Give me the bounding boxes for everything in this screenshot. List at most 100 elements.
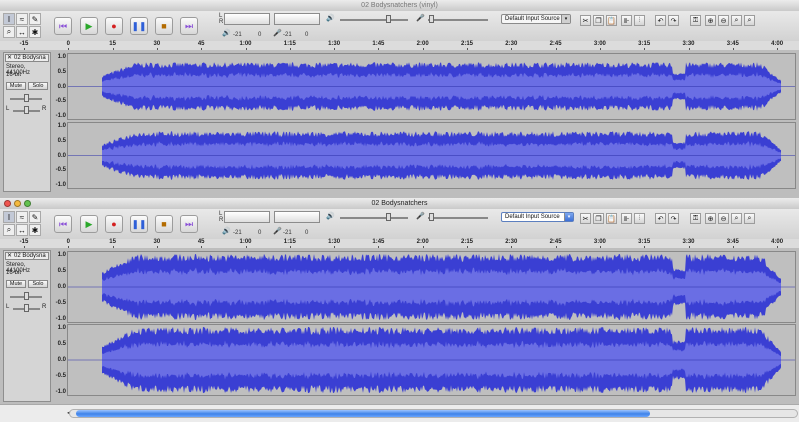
track-name: 02 Bodysna [14, 55, 46, 61]
zoom-out-button[interactable]: ⊖ [718, 213, 729, 224]
output-volume-thumb[interactable] [386, 213, 391, 221]
right-channel-waveform[interactable] [67, 122, 796, 189]
zoom-window-button[interactable] [24, 200, 31, 207]
cut-button[interactable]: ✂ [580, 15, 591, 26]
undo-button[interactable]: ↶ [655, 15, 666, 26]
sync-lock-button[interactable]: ⚿ [690, 213, 701, 224]
play-button[interactable]: ▶ [80, 215, 98, 233]
selection-tool-icon[interactable]: I [3, 13, 15, 25]
left-channel-waveform[interactable] [67, 53, 796, 120]
right-channel-waveform[interactable] [67, 324, 796, 396]
silence-button[interactable]: ⫶ [634, 213, 645, 224]
pan-thumb[interactable] [24, 106, 29, 114]
mute-button[interactable]: Mute [6, 82, 26, 90]
draw-tool-icon[interactable]: ✎ [29, 211, 41, 223]
scroll-track[interactable] [69, 409, 798, 418]
skip-end-button[interactable]: ⏭ [180, 215, 198, 233]
output-volume-thumb[interactable] [386, 15, 391, 23]
playback-meter[interactable] [224, 13, 270, 25]
input-source-select[interactable]: Default Input Source ▾ [501, 212, 574, 222]
horizontal-scrollbar[interactable]: ◂ [0, 404, 799, 422]
track-name-dropdown[interactable]: ✕ 02 Bodysna [5, 252, 49, 260]
close-icon[interactable]: ✕ [7, 253, 12, 259]
track-name-dropdown[interactable]: ✕ 02 Bodysna [5, 54, 49, 62]
gain-thumb[interactable] [24, 292, 29, 300]
fit-project-button[interactable]: ⌕ [744, 15, 755, 26]
close-window-button[interactable] [4, 200, 11, 207]
copy-button[interactable]: ❐ [593, 15, 604, 26]
multi-tool-icon[interactable]: ✱ [29, 26, 41, 38]
zoom-in-button[interactable]: ⊕ [705, 213, 716, 224]
solo-button[interactable]: Solo [28, 280, 48, 288]
fit-project-button[interactable]: ⌕ [744, 213, 755, 224]
cut-button[interactable]: ✂ [580, 213, 591, 224]
output-volume-icon: 🔊 [326, 213, 335, 220]
trim-button[interactable]: ⊪ [621, 213, 632, 224]
stop-button[interactable]: ■ [155, 17, 173, 35]
record-button[interactable]: ● [105, 17, 123, 35]
scroll-thumb[interactable] [76, 410, 650, 417]
mute-button[interactable]: Mute [6, 280, 26, 288]
fit-selection-button[interactable]: ⌕ [731, 15, 742, 26]
trim-button[interactable]: ⊪ [621, 15, 632, 26]
meter-value-b: 0 [258, 230, 262, 236]
fit-project-icon: ⌕ [747, 16, 752, 24]
input-source-select[interactable]: Default Input Source ▾ [501, 14, 571, 24]
paste-button[interactable]: 📋 [606, 15, 617, 26]
draw-tool-icon[interactable]: ✎ [29, 13, 41, 25]
solo-button[interactable]: Solo [28, 82, 48, 90]
record-meter[interactable] [274, 13, 320, 25]
input-volume-slider[interactable] [428, 217, 488, 219]
input-volume-thumb[interactable] [429, 15, 434, 23]
redo-button[interactable]: ↷ [668, 15, 679, 26]
timeshift-tool-icon[interactable]: ↔ [16, 26, 28, 38]
silence-button[interactable]: ⫶ [634, 15, 645, 26]
ruler-tick-label: 3:15 [638, 41, 651, 47]
fit-selection-button[interactable]: ⌕ [731, 213, 742, 224]
pause-button[interactable]: ❚❚ [130, 17, 148, 35]
output-volume-slider[interactable] [340, 217, 408, 219]
tools-palette: I ≈ ✎ ⌕ ↔ ✱ [3, 211, 43, 237]
silence-icon: ⫶ [638, 214, 641, 222]
envelope-tool-icon[interactable]: ≈ [16, 13, 28, 25]
paste-button[interactable]: 📋 [606, 213, 617, 224]
gain-thumb[interactable] [24, 94, 29, 102]
zoom-tool-icon[interactable]: ⌕ [3, 224, 15, 236]
ruler-tick-label: 2:45 [549, 239, 562, 245]
input-volume-slider[interactable] [428, 19, 488, 21]
playback-meter[interactable] [224, 211, 270, 223]
sync-lock-button[interactable]: ⚿ [690, 15, 701, 26]
record-button[interactable]: ● [105, 215, 123, 233]
pan-thumb[interactable] [24, 304, 29, 312]
skip-end-icon: ⏭ [184, 218, 194, 229]
window-title: 02 Bodysnatchers (vinyl) [361, 2, 438, 9]
zoom-out-button[interactable]: ⊖ [718, 15, 729, 26]
play-icon: ▶ [85, 218, 93, 229]
ruler-tick-label: 15 [109, 239, 116, 245]
skip-start-button[interactable]: ⏮ [54, 215, 72, 233]
timeshift-tool-icon[interactable]: ↔ [16, 224, 28, 236]
minimize-window-button[interactable] [14, 200, 21, 207]
output-volume-slider[interactable] [340, 19, 408, 21]
zoom-tool-icon[interactable]: ⌕ [3, 26, 15, 38]
record-meter[interactable] [274, 211, 320, 223]
envelope-tool-icon[interactable]: ≈ [16, 211, 28, 223]
zoom-in-button[interactable]: ⊕ [705, 15, 716, 26]
close-icon[interactable]: ✕ [7, 55, 12, 61]
stop-button[interactable]: ■ [155, 215, 173, 233]
left-channel-waveform[interactable] [67, 251, 796, 323]
pause-button[interactable]: ❚❚ [130, 215, 148, 233]
play-button[interactable]: ▶ [80, 17, 98, 35]
ruler-tick-label: 3:00 [593, 239, 606, 245]
multi-tool-icon[interactable]: ✱ [29, 224, 41, 236]
selection-tool-icon[interactable]: I [3, 211, 15, 223]
redo-button[interactable]: ↷ [668, 213, 679, 224]
track-bits: 16-bit [6, 72, 22, 78]
skip-end-button[interactable]: ⏭ [180, 17, 198, 35]
fit-selection-icon: ⌕ [734, 16, 739, 24]
skip-start-button[interactable]: ⏮ [54, 17, 72, 35]
undo-button[interactable]: ↶ [655, 213, 666, 224]
copy-button[interactable]: ❐ [593, 213, 604, 224]
input-volume-thumb[interactable] [429, 213, 434, 221]
paste-icon: 📋 [607, 17, 616, 25]
